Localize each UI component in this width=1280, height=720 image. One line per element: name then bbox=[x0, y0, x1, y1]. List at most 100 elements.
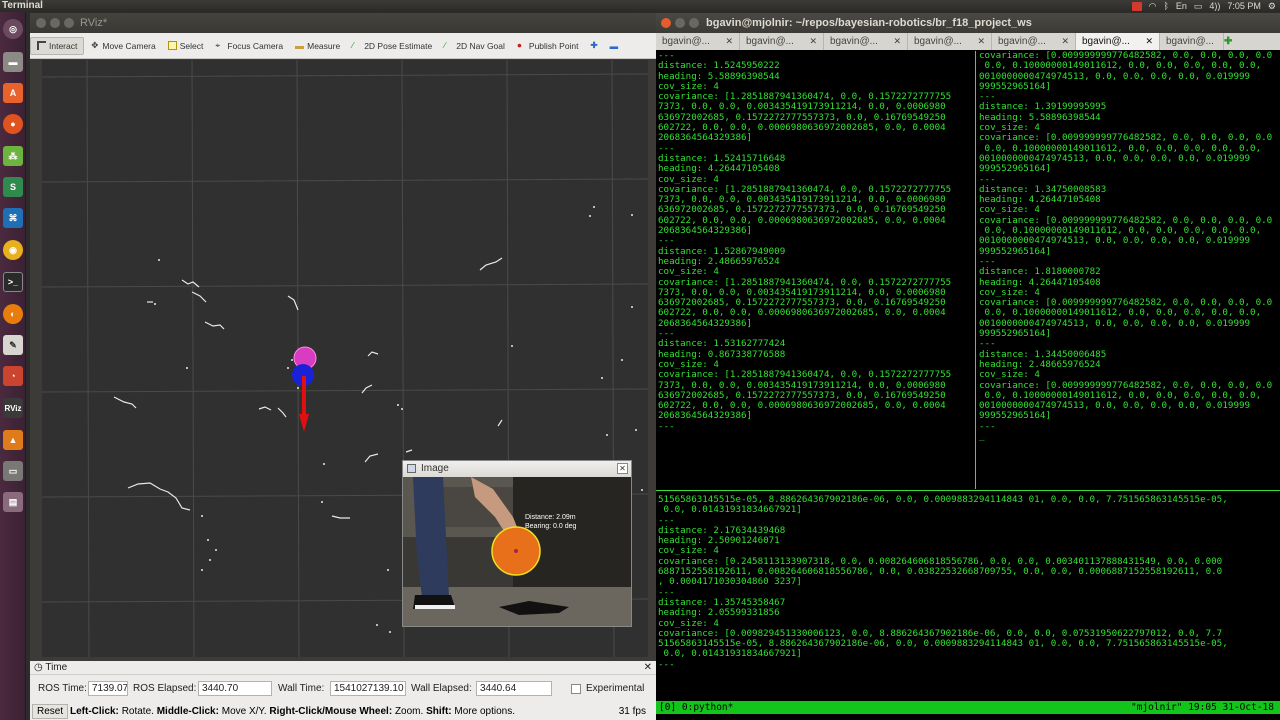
ros-time-field[interactable]: 7139.07 bbox=[88, 681, 128, 696]
terminal-tab[interactable]: bgavin@... ✕ bbox=[740, 33, 824, 50]
image-window[interactable]: Image ✕ Distance: 2.09m Bearing: 0.0 deg bbox=[402, 460, 632, 627]
chrome-icon[interactable]: ◉ bbox=[3, 240, 23, 260]
new-tab-icon[interactable]: ✚ bbox=[1224, 33, 1236, 50]
terminal-line: 999552965164] bbox=[979, 328, 1051, 340]
clock[interactable]: 7:05 PM bbox=[1227, 0, 1261, 12]
wifi-icon[interactable]: ◠ bbox=[1149, 0, 1157, 12]
green-arrow-icon: ⁄ bbox=[444, 40, 446, 50]
keyboard-layout[interactable]: En bbox=[1176, 0, 1187, 12]
experimental-label: Experimental bbox=[586, 683, 645, 694]
rviz-icon[interactable]: RViz bbox=[3, 398, 23, 418]
pane-divider bbox=[975, 51, 976, 489]
trash-icon[interactable]: ▤ bbox=[3, 492, 23, 512]
interact-tool[interactable]: Interact bbox=[30, 36, 85, 55]
close-icon[interactable]: ✕ bbox=[977, 33, 985, 50]
terminal-pane-top-right[interactable]: covariance: [0.009999999776482582, 0.0, … bbox=[979, 51, 1277, 489]
battery-icon[interactable]: ▭ bbox=[1194, 0, 1203, 12]
remove-tool-button[interactable]: ▬ bbox=[604, 38, 625, 54]
robot-markers bbox=[292, 346, 317, 432]
terminal-tab[interactable]: bgavin@... ✕ bbox=[824, 33, 908, 50]
wall-elapsed-field[interactable]: 3440.64 bbox=[476, 681, 552, 696]
rviz-toolbar: Interact ✥ Move Camera Select ⌖ Focus Came… bbox=[30, 33, 656, 59]
terminal-line: --- bbox=[979, 420, 996, 432]
terminal-titlebar[interactable]: bgavin@mjolnir: ~/repos/bayesian-robotic… bbox=[656, 13, 1280, 33]
add-tool-button[interactable]: ✚ bbox=[585, 37, 604, 54]
ros-elapsed-field[interactable]: 3440.70 bbox=[198, 681, 272, 696]
close-icon[interactable]: ✕ bbox=[893, 33, 901, 50]
terminal-icon[interactable]: >_ bbox=[3, 272, 23, 292]
drive-icon[interactable]: ▭ bbox=[3, 461, 23, 481]
terminal-line: 999552965164] bbox=[979, 163, 1051, 175]
terminal-pane-bottom[interactable]: 51565863145515e-05, 8.886264367902186e-0… bbox=[658, 495, 1278, 699]
text-editor-icon[interactable]: ✎ bbox=[3, 335, 23, 355]
matlab-icon[interactable]: ▲ bbox=[3, 430, 23, 450]
experimental-checkbox[interactable] bbox=[571, 684, 581, 694]
distance-overlay: Distance: 2.09m bbox=[525, 514, 576, 521]
clock-icon: ◷ bbox=[34, 662, 43, 673]
publish-point-tool[interactable]: ● Publish Point bbox=[511, 38, 585, 54]
terminal-line: 2068364564329386] bbox=[658, 132, 753, 144]
software-center-icon[interactable]: A bbox=[3, 83, 23, 103]
pose-estimate-tool[interactable]: ⁄ 2D Pose Estimate bbox=[346, 38, 438, 54]
maximize-icon[interactable] bbox=[64, 18, 74, 28]
select-tool[interactable]: Select bbox=[162, 38, 210, 54]
wall-elapsed-label: Wall Elapsed: bbox=[411, 683, 472, 694]
window-title: bgavin@mjolnir: ~/repos/bayesian-robotic… bbox=[706, 17, 1032, 29]
close-icon[interactable]: ✕ bbox=[1145, 33, 1153, 50]
tmux-window-list[interactable]: [0] 0:python* bbox=[659, 701, 733, 714]
active-app-title: Terminal bbox=[2, 0, 43, 11]
measure-tool[interactable]: Measure bbox=[289, 38, 346, 54]
rviz-titlebar[interactable]: RViz* bbox=[30, 13, 656, 33]
bluetooth-icon[interactable]: ᛒ bbox=[1163, 0, 1168, 12]
terminal-tab[interactable]: bgavin@... ✕ bbox=[992, 33, 1076, 50]
app-icon[interactable]: ◔ bbox=[3, 366, 23, 386]
move-camera-tool[interactable]: ✥ Move Camera bbox=[84, 38, 161, 54]
tmux-host-clock: "mjolnir" 19:05 31-Oct-18 bbox=[1131, 702, 1274, 713]
reset-button[interactable]: Reset bbox=[32, 704, 69, 719]
close-icon[interactable] bbox=[36, 18, 46, 28]
minus-icon: ▬ bbox=[609, 40, 619, 51]
terminal-tab[interactable]: bgavin@... bbox=[1160, 33, 1224, 50]
cursor-icon bbox=[37, 41, 46, 50]
app-icon[interactable]: S bbox=[3, 177, 23, 197]
volume-icon[interactable]: 4)) bbox=[1209, 0, 1220, 12]
terminal-line: 0.0, 0.01431931834667921] bbox=[658, 648, 802, 660]
ros-time-label: ROS Time: bbox=[38, 683, 87, 694]
close-icon[interactable]: ✕ bbox=[617, 463, 628, 474]
close-icon[interactable]: ✕ bbox=[1061, 33, 1069, 50]
maximize-icon[interactable] bbox=[689, 18, 699, 28]
gear-icon[interactable]: ⚙ bbox=[1268, 0, 1276, 12]
terminal-line: _ bbox=[979, 430, 985, 442]
nav-goal-tool[interactable]: ⁄ 2D Nav Goal bbox=[438, 38, 511, 54]
wall-time-field[interactable]: 1541027139.10 bbox=[330, 681, 406, 696]
terminal-pane-top-left[interactable]: --- distance: 1.5245950222 heading: 5.5889… bbox=[658, 51, 974, 489]
terminal-window: bgavin@mjolnir: ~/repos/bayesian-robotic… bbox=[656, 13, 1280, 720]
terminal-tab-active[interactable]: bgavin@... ✕ bbox=[1076, 33, 1160, 50]
select-icon bbox=[167, 41, 177, 50]
terminal-tab[interactable]: bgavin@... ✕ bbox=[908, 33, 992, 50]
firefox-icon[interactable]: ● bbox=[3, 114, 23, 134]
camera-image: Distance: 2.09m Bearing: 0.0 deg bbox=[403, 477, 631, 626]
minimize-icon[interactable] bbox=[50, 18, 60, 28]
terminal-line: 2068364564329386] bbox=[658, 317, 753, 329]
vscode-icon[interactable]: ⌘ bbox=[3, 208, 23, 228]
notification-icon[interactable] bbox=[1131, 1, 1142, 11]
files-icon[interactable]: ▬ bbox=[3, 52, 23, 72]
blender-icon[interactable]: ◐ bbox=[3, 304, 23, 324]
focus-camera-tool[interactable]: ⌖ Focus Camera bbox=[209, 38, 289, 54]
app-icon[interactable]: ⁂ bbox=[3, 146, 23, 166]
plus-icon: ✚ bbox=[590, 40, 598, 50]
close-icon[interactable]: ✕ bbox=[725, 33, 733, 50]
heading-arrow-head bbox=[299, 414, 309, 432]
system-tray: ◠ ᛒ En ▭ 4)) 7:05 PM ⚙ bbox=[1131, 0, 1280, 12]
close-icon[interactable]: ✕ bbox=[644, 661, 652, 675]
terminal-line: heading: 2.05599331856 bbox=[658, 607, 780, 619]
dash-icon[interactable]: ◎ bbox=[3, 19, 23, 39]
terminal-line: covariance: [1.2851887941360474, 0.0, 0.… bbox=[658, 369, 952, 381]
minimize-icon[interactable] bbox=[675, 18, 685, 28]
terminal-line: --- bbox=[658, 658, 675, 670]
close-icon[interactable] bbox=[661, 18, 671, 28]
close-icon[interactable]: ✕ bbox=[809, 33, 817, 50]
image-window-titlebar[interactable]: Image ✕ bbox=[403, 461, 631, 477]
terminal-tab[interactable]: bgavin@... ✕ bbox=[656, 33, 740, 50]
